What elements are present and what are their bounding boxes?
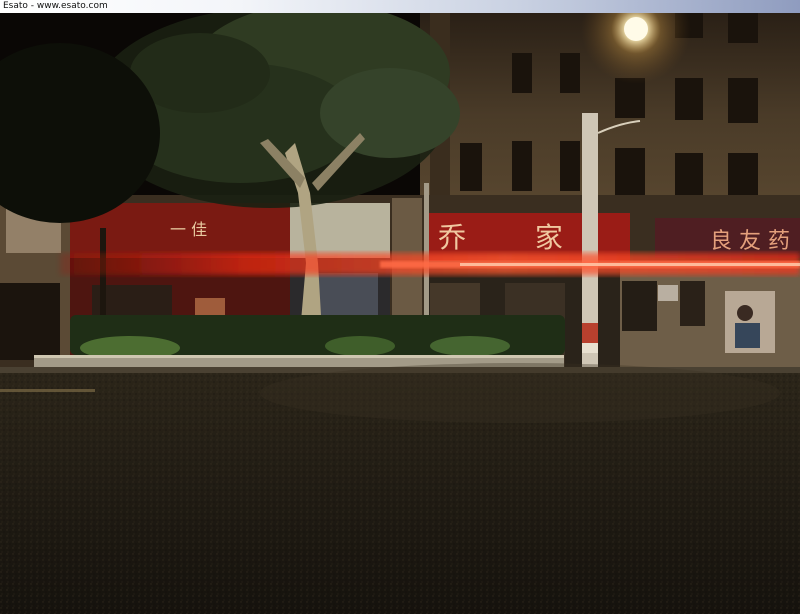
left-store-sign-text: 一 佳 (170, 220, 207, 239)
red-light-trail (60, 253, 800, 275)
qiao-jia-sign-text: 乔 家 (438, 221, 593, 254)
night-street-scene: 一 佳 乔 家 良 友 药 (0, 13, 800, 614)
watermark-caption: Esato - www.esato.com (3, 1, 108, 11)
watermark-caption-bar: Esato - www.esato.com (0, 0, 800, 13)
lane-marking (0, 389, 95, 392)
pharmacy-sign-text: 良 友 药 (710, 229, 790, 254)
photo-frame: Esato - www.esato.com 一 佳 乔 家 良 友 药 (0, 0, 800, 614)
hedge-planter (34, 315, 565, 369)
night-street-photo: 一 佳 乔 家 良 友 药 (0, 13, 800, 614)
asphalt-road (0, 363, 800, 614)
